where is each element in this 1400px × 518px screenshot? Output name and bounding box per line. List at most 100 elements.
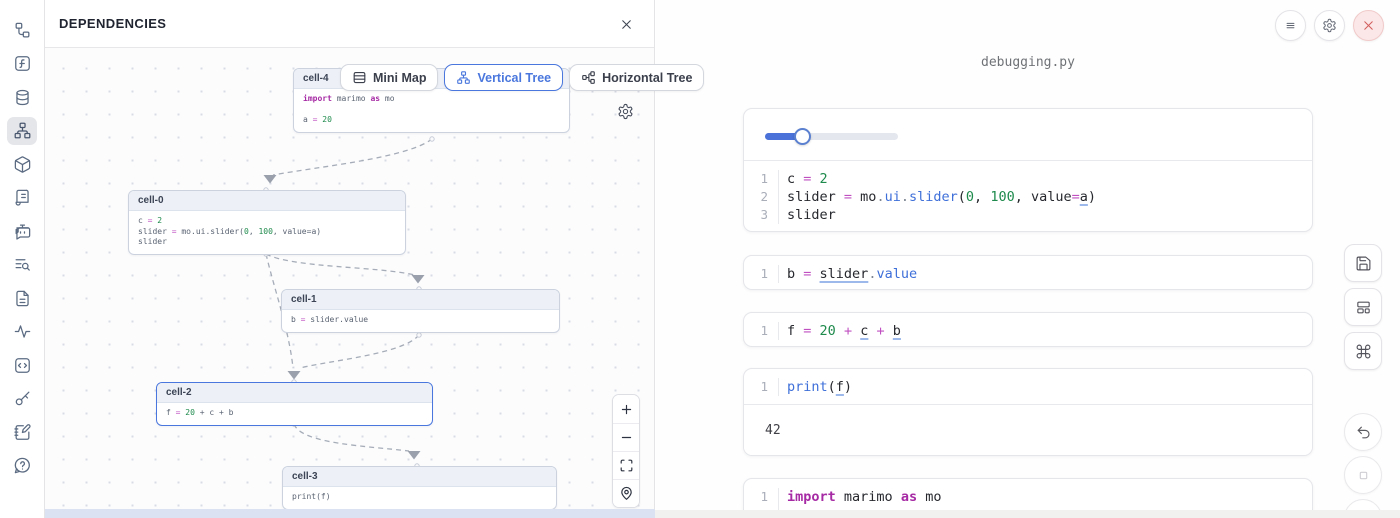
graph-node-cell-3[interactable]: cell-3 print(f) bbox=[282, 466, 557, 510]
scratchpad-icon bbox=[13, 423, 32, 442]
sidebar-item-code-square[interactable] bbox=[7, 351, 37, 379]
cell-code-editor[interactable]: 1 f = 20 + c + b bbox=[744, 313, 1312, 347]
activity-icon bbox=[13, 322, 32, 341]
graph-node-cell-2[interactable]: cell-2 f = 20 + c + b bbox=[156, 382, 433, 426]
locate-pin-icon bbox=[619, 486, 634, 501]
graph-node-code: b = slider.value bbox=[282, 310, 559, 332]
footer-strip-left bbox=[0, 509, 655, 518]
sidebar-item-dependency-graph[interactable] bbox=[7, 117, 37, 145]
sidebar-item-document[interactable] bbox=[7, 284, 37, 312]
file-tree-icon bbox=[13, 21, 32, 40]
graph-node-code: f = 20 + c + b bbox=[157, 403, 432, 425]
line-number: 1 bbox=[744, 378, 778, 396]
help-icon bbox=[13, 456, 32, 475]
sidebar-item-key[interactable] bbox=[7, 385, 37, 413]
sidebar-item-snippets-search[interactable] bbox=[7, 251, 37, 279]
database-icon bbox=[13, 88, 32, 107]
rail-stop-button[interactable] bbox=[1344, 456, 1382, 494]
close-icon bbox=[1361, 18, 1376, 33]
dependencies-panel-title: DEPENDENCIES bbox=[59, 16, 166, 31]
line-number: 1 bbox=[744, 170, 778, 188]
code-line: 1 c = 2 bbox=[744, 170, 1312, 188]
graph-view-button-mini-map[interactable]: Mini Map bbox=[340, 64, 438, 91]
vertical-tree-icon bbox=[456, 70, 471, 85]
edge-arrowhead bbox=[412, 275, 425, 284]
rail-command-button[interactable] bbox=[1344, 332, 1382, 370]
gear-icon bbox=[617, 103, 634, 120]
stop-icon bbox=[1355, 467, 1372, 484]
command-icon bbox=[1355, 343, 1372, 360]
notebook-action-rail bbox=[1344, 244, 1382, 518]
cell-code-editor[interactable]: 1 b = slider.value bbox=[744, 256, 1312, 290]
graph-plus-button[interactable] bbox=[613, 395, 639, 423]
line-number: 1 bbox=[744, 322, 778, 340]
app-window: DEPENDENCIES cell-4 import marimo as mo … bbox=[0, 0, 1400, 518]
graph-node-title: cell-0 bbox=[129, 191, 405, 211]
edge-arrowhead bbox=[288, 371, 301, 380]
sidebar-item-activity[interactable] bbox=[7, 318, 37, 346]
header-gear-button[interactable] bbox=[1314, 10, 1345, 41]
dependencies-panel: DEPENDENCIES cell-4 import marimo as mo … bbox=[45, 0, 655, 518]
sidebar-item-function[interactable] bbox=[7, 50, 37, 78]
graph-zoom-controls bbox=[612, 394, 640, 508]
graph-node-cell-0[interactable]: cell-0 c = 2slider = mo.ui.slider(0, 100… bbox=[128, 190, 406, 255]
graph-view-button-vertical-tree[interactable]: Vertical Tree bbox=[444, 64, 563, 91]
dependencies-panel-header: DEPENDENCIES bbox=[45, 0, 654, 48]
graph-node-title: cell-3 bbox=[283, 467, 556, 487]
sidebar-item-file-tree[interactable] bbox=[7, 16, 37, 44]
layout-icon bbox=[1355, 299, 1372, 316]
dependency-graph-canvas[interactable]: cell-4 import marimo as mo a = 20 cell-0… bbox=[45, 48, 654, 518]
slider-track[interactable] bbox=[765, 133, 898, 140]
notebook-header-buttons bbox=[1275, 10, 1384, 41]
graph-node-title: cell-2 bbox=[157, 383, 432, 403]
notebook-filename: debugging.py bbox=[743, 55, 1313, 70]
minus-icon bbox=[619, 430, 634, 445]
graph-node-code: print(f) bbox=[283, 487, 556, 509]
sidebar-item-bot-chat[interactable] bbox=[7, 217, 37, 245]
code-line: 1 b = slider.value bbox=[744, 265, 1312, 283]
line-number: 3 bbox=[744, 206, 778, 224]
notebook-cell-3[interactable]: 1 print(f) 42 bbox=[743, 368, 1313, 456]
rail-layout-button[interactable] bbox=[1344, 288, 1382, 326]
line-number: 2 bbox=[744, 188, 778, 206]
rail-save-button[interactable] bbox=[1344, 244, 1382, 282]
code-line: 2 slider = mo.ui.slider(0, 100, value=a) bbox=[744, 188, 1312, 206]
cell-code-editor[interactable]: 1 c = 2 2 slider = mo.ui.slider(0, 100, … bbox=[744, 161, 1312, 232]
graph-node-code: c = 2slider = mo.ui.slider(0, 100, value… bbox=[129, 211, 405, 254]
cell-code-editor[interactable]: 1 print(f) bbox=[744, 369, 1312, 404]
graph-fullscreen-button[interactable] bbox=[613, 451, 639, 479]
document-icon bbox=[13, 289, 32, 308]
node-port bbox=[430, 137, 434, 141]
minimap-icon bbox=[352, 70, 367, 85]
header-close-button[interactable] bbox=[1353, 10, 1384, 41]
code-line: 1 print(f) bbox=[744, 378, 1312, 396]
header-menu-button[interactable] bbox=[1275, 10, 1306, 41]
graph-view-button-horizontal-tree[interactable]: Horizontal Tree bbox=[569, 64, 704, 91]
edge-arrowhead bbox=[264, 175, 277, 184]
rail-undo-button[interactable] bbox=[1344, 413, 1382, 451]
close-panel-button[interactable] bbox=[616, 14, 636, 34]
scroll-icon bbox=[13, 188, 32, 207]
graph-settings-gear-icon[interactable] bbox=[617, 103, 634, 120]
graph-minus-button[interactable] bbox=[613, 423, 639, 451]
notebook-cell-2[interactable]: 1 f = 20 + c + b bbox=[743, 312, 1313, 347]
save-icon bbox=[1355, 255, 1372, 272]
graph-node-cell-1[interactable]: cell-1 b = slider.value bbox=[281, 289, 560, 333]
slider-thumb[interactable] bbox=[794, 128, 811, 145]
fullscreen-icon bbox=[619, 458, 634, 473]
footer-strip-right bbox=[655, 510, 1400, 518]
notebook-main-area: debugging.py 1 c = 2 2 slider = mo.ui.sl… bbox=[656, 0, 1400, 518]
notebook-cell-1[interactable]: 1 b = slider.value bbox=[743, 255, 1313, 290]
graph-locate-pin-button[interactable] bbox=[613, 479, 639, 507]
sidebar-item-database[interactable] bbox=[7, 83, 37, 111]
key-icon bbox=[13, 389, 32, 408]
graph-view-toolbar: Mini Map Vertical Tree Horizontal Tree bbox=[340, 64, 704, 91]
cell-output-text: 42 bbox=[744, 404, 1312, 456]
sidebar-item-help[interactable] bbox=[7, 452, 37, 480]
graph-node-title: cell-1 bbox=[282, 290, 559, 310]
notebook-cell-0[interactable]: 1 c = 2 2 slider = mo.ui.slider(0, 100, … bbox=[743, 108, 1313, 232]
sidebar-item-scroll[interactable] bbox=[7, 184, 37, 212]
sidebar-item-package[interactable] bbox=[7, 150, 37, 178]
sidebar-item-scratchpad[interactable] bbox=[7, 418, 37, 446]
package-icon bbox=[13, 155, 32, 174]
